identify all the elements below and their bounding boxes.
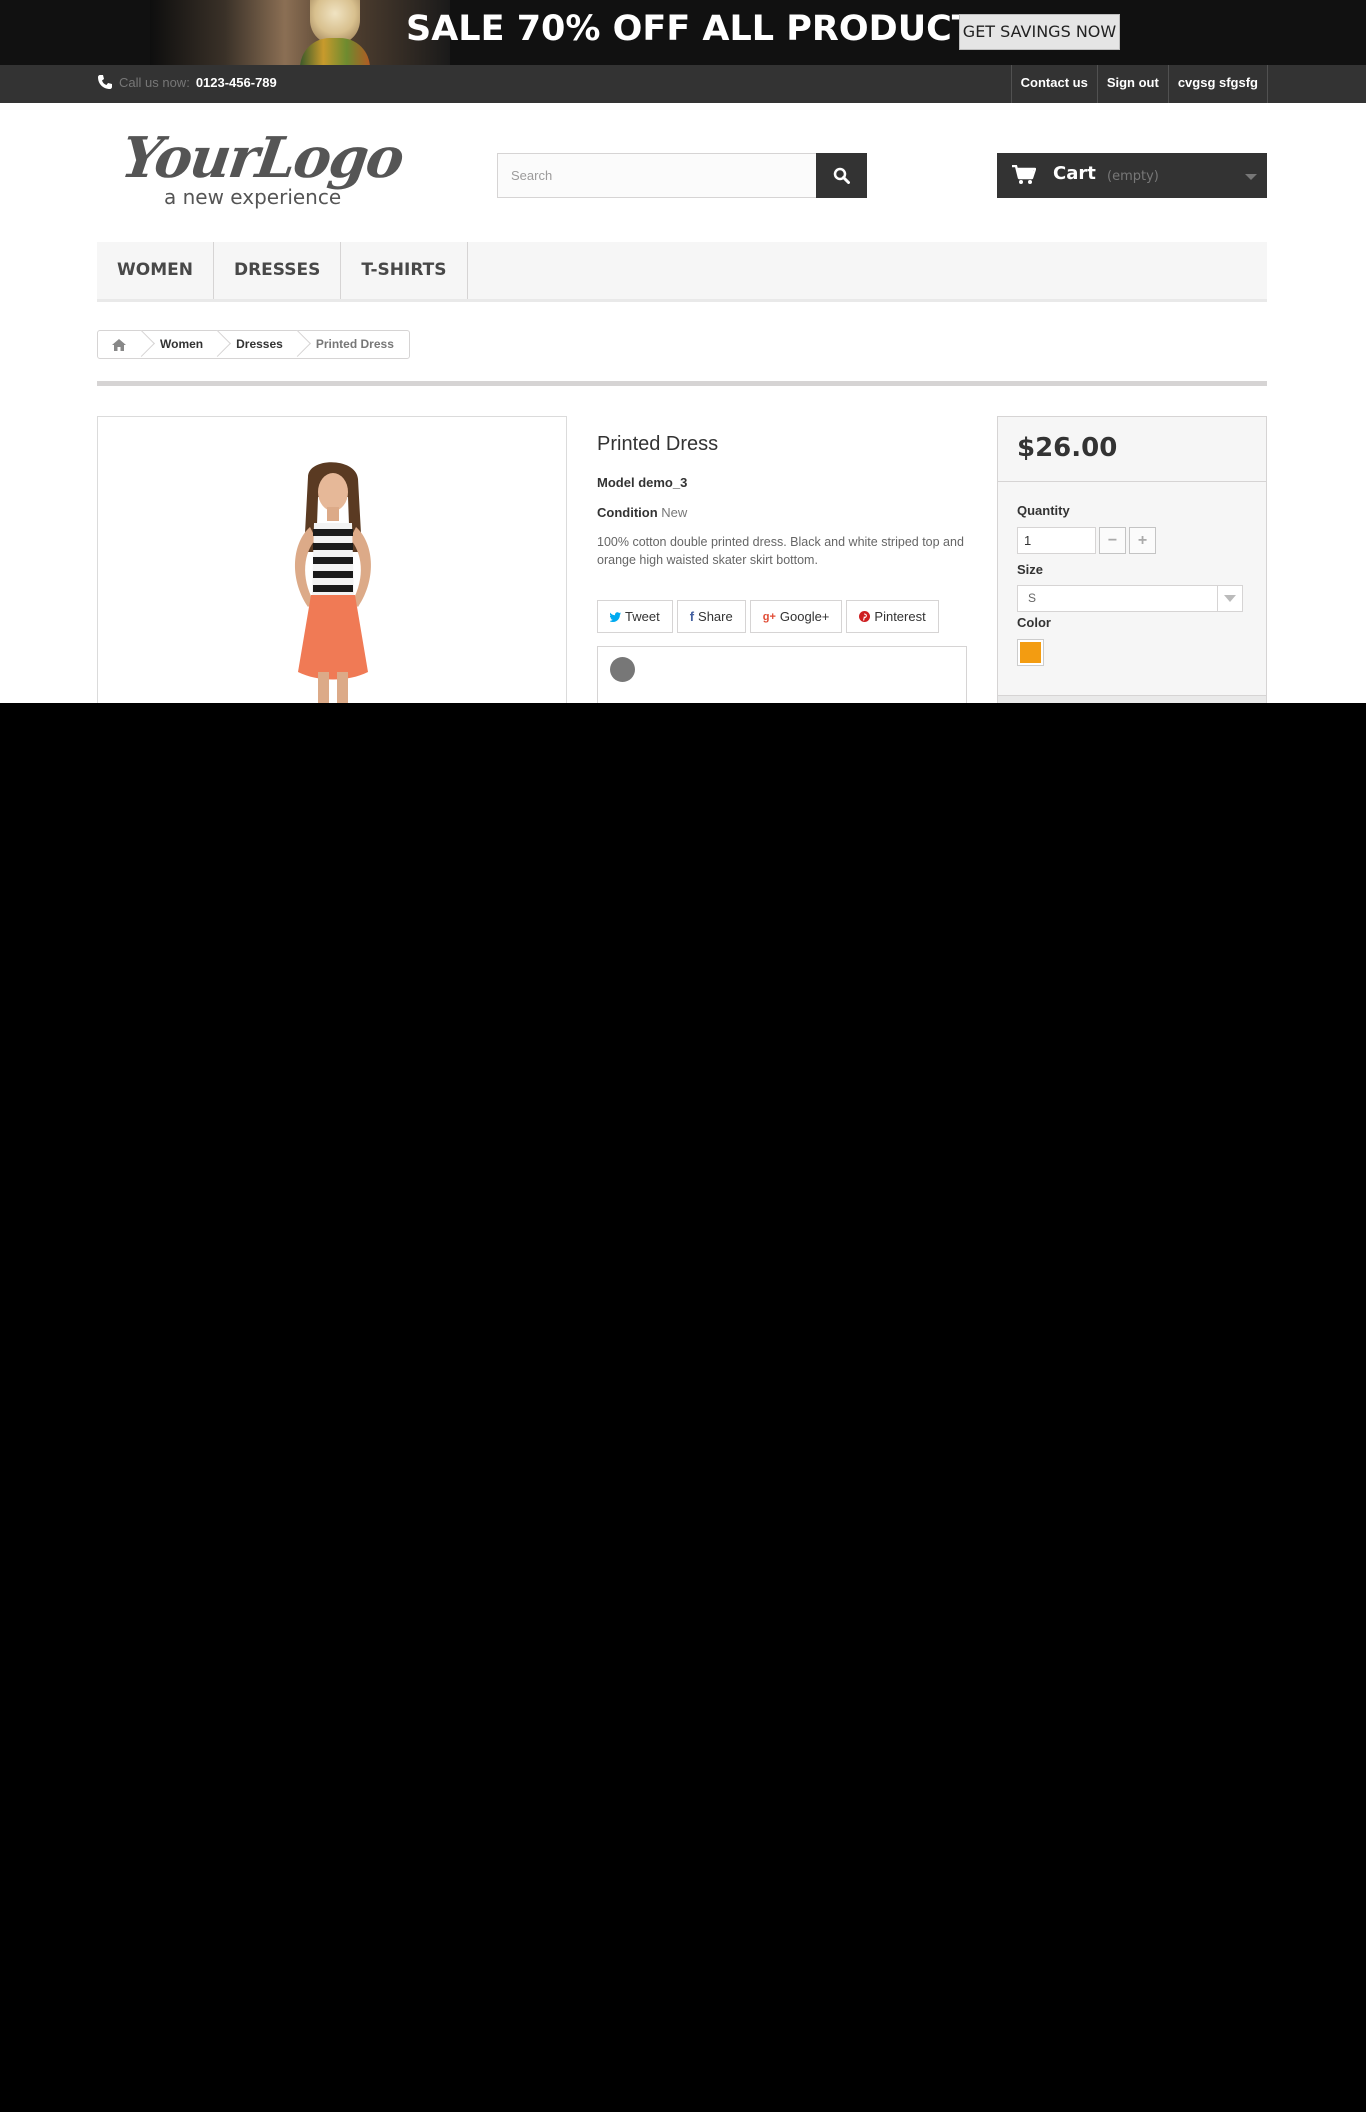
banner-model-dress xyxy=(300,38,370,65)
cart-status: (empty) xyxy=(1107,169,1159,184)
quantity-label: Quantity xyxy=(1017,503,1070,518)
social-share: Tweet f Share g+ Google+ Pinterest xyxy=(597,600,939,633)
share-label: Share xyxy=(698,609,733,624)
phone-icon xyxy=(98,75,112,89)
model-label: Model xyxy=(597,475,635,490)
google-plus-button[interactable]: g+ Google+ xyxy=(749,600,843,633)
menu-item-women[interactable]: WOMEN xyxy=(97,242,214,299)
price-bar: $26.00 xyxy=(998,417,1266,482)
phone-info: Call us now: 0123-456-789 xyxy=(97,74,277,90)
size-label: Size xyxy=(1017,562,1044,577)
condition-value: New xyxy=(661,505,688,520)
product-model: Model demo_3 xyxy=(597,475,687,490)
cart-label: Cart xyxy=(1053,163,1096,184)
sign-out-link[interactable]: Sign out xyxy=(1096,65,1168,103)
section-divider xyxy=(97,381,1267,386)
banner-model-photo xyxy=(150,0,450,65)
tweet-button[interactable]: Tweet xyxy=(597,600,673,633)
color-label: Color xyxy=(1017,615,1051,630)
tweet-label: Tweet xyxy=(625,609,660,624)
logo-tagline: a new experience xyxy=(164,185,342,209)
twitter-icon xyxy=(610,611,621,622)
chevron-down-icon xyxy=(1245,174,1257,180)
product-photo-model xyxy=(295,462,371,703)
breadcrumb-dresses[interactable]: Dresses xyxy=(218,331,298,358)
swatch-fill xyxy=(1020,642,1041,663)
product-title: Printed Dress xyxy=(597,433,719,455)
page-content: YourLogo a new experience Cart (empty) W… xyxy=(0,103,1366,703)
phone-number: 0123-456-789 xyxy=(195,74,277,90)
search-button[interactable] xyxy=(816,153,867,198)
product-price: $26.00 xyxy=(1017,433,1118,463)
cart-icon xyxy=(1012,165,1036,184)
product-condition: Condition New xyxy=(597,505,687,520)
buy-box: $26.00 Quantity 1 − + Size S Color xyxy=(997,416,1267,703)
pinterest-button[interactable]: Pinterest xyxy=(846,600,939,633)
search-icon xyxy=(833,167,850,184)
top-bar: Call us now: 0123-456-789 Contact us Sig… xyxy=(0,65,1366,103)
avatar xyxy=(610,657,635,682)
size-select[interactable]: S xyxy=(1017,585,1243,612)
account-links: Contact us Sign out cvgsg sfgsfg xyxy=(1010,65,1268,103)
get-savings-button[interactable]: GET SAVINGS NOW xyxy=(959,14,1120,50)
store-logo[interactable]: YourLogo a new experience xyxy=(117,125,412,215)
product-image[interactable] xyxy=(97,416,567,703)
main-menu: WOMEN DRESSES T-SHIRTS xyxy=(97,242,1267,302)
google-plus-label: Google+ xyxy=(779,609,830,624)
search-bar xyxy=(497,153,867,198)
phone-label: Call us now: xyxy=(119,74,190,90)
product-info: Printed Dress Model demo_3 Condition New… xyxy=(597,433,967,703)
quantity-input[interactable]: 1 xyxy=(1017,527,1096,554)
facebook-icon: f xyxy=(689,609,695,624)
color-swatch-orange[interactable] xyxy=(1017,639,1044,666)
search-input[interactable] xyxy=(498,154,818,197)
menu-item-tshirts[interactable]: T-SHIRTS xyxy=(341,242,468,299)
pinterest-label: Pinterest xyxy=(874,609,926,624)
model-value: demo_3 xyxy=(638,475,688,490)
size-value: S xyxy=(1028,591,1037,605)
pinterest-icon xyxy=(859,611,871,622)
contact-us-link[interactable]: Contact us xyxy=(1010,65,1097,103)
breadcrumb-home[interactable] xyxy=(98,331,142,358)
account-name-link[interactable]: cvgsg sfgsfg xyxy=(1167,65,1268,103)
cart-button[interactable]: Cart (empty) xyxy=(997,153,1267,198)
breadcrumb-current: Printed Dress xyxy=(315,337,394,351)
comments-box[interactable] xyxy=(597,646,967,703)
quantity-decrease-button[interactable]: − xyxy=(1099,527,1126,554)
share-button[interactable]: f Share xyxy=(676,600,746,633)
quantity-increase-button[interactable]: + xyxy=(1129,527,1156,554)
google-plus-icon: g+ xyxy=(762,610,776,623)
banner-headline: SALE 70% OFF ALL PRODUCTS xyxy=(406,9,1001,49)
chevron-down-icon xyxy=(1217,586,1242,611)
logo-wordmark: YourLogo xyxy=(117,125,407,191)
product-description: 100% cotton double printed dress. Black … xyxy=(597,535,964,567)
promo-banner[interactable]: SALE 70% OFF ALL PRODUCTS GET SAVINGS NO… xyxy=(0,0,1366,65)
menu-item-dresses[interactable]: DRESSES xyxy=(214,242,342,299)
breadcrumb: Women Dresses Printed Dress xyxy=(97,330,410,359)
buy-box-footer xyxy=(998,695,1266,703)
condition-label: Condition xyxy=(597,505,658,520)
home-icon xyxy=(111,338,126,351)
